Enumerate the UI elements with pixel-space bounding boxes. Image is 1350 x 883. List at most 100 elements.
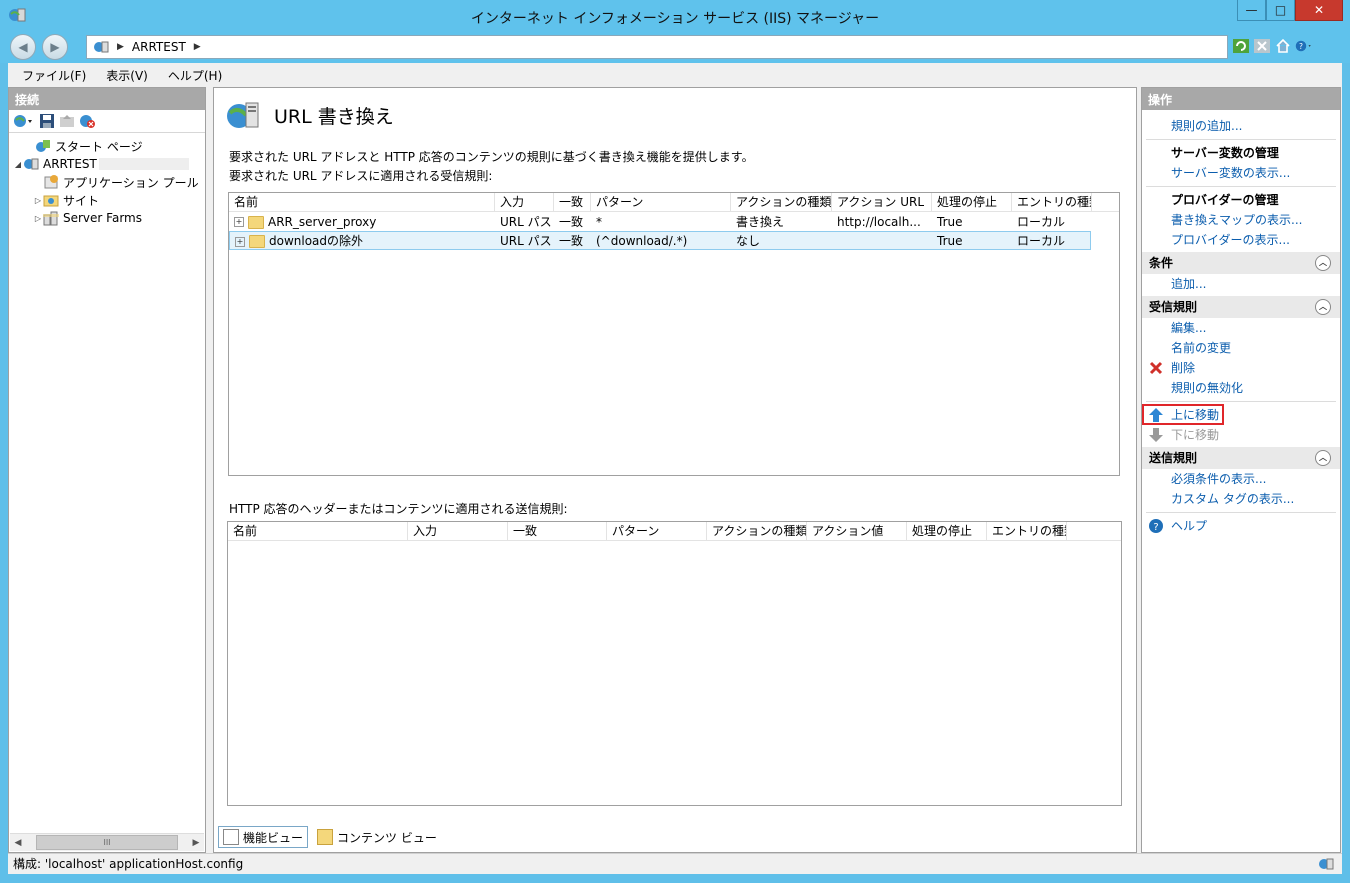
connect-icon[interactable] <box>13 113 35 129</box>
tree-item-label: スタート ページ <box>55 139 143 154</box>
column-header-entry-type[interactable]: エントリの種類 <box>987 522 1067 540</box>
column-header-entry-type[interactable]: エントリの種類 <box>1012 193 1092 211</box>
scroll-left-icon[interactable]: ◀ <box>10 838 26 848</box>
tab-content-view[interactable]: コンテンツ ビュー <box>312 826 442 848</box>
inbound-rules-label: 要求された URL アドレスに適用される受信規則: <box>229 169 493 183</box>
outbound-rules-grid[interactable]: 名前 入力 一致 パターン アクションの種類 アクション値 処理の停止 エントリ… <box>227 521 1122 806</box>
column-header-action-type[interactable]: アクションの種類 <box>707 522 807 540</box>
tree-expander[interactable]: ▷ <box>33 214 43 223</box>
rule-action-url: http://localh... <box>837 214 921 229</box>
view-custom-tags-link[interactable]: カスタム タグの表示... <box>1142 489 1340 509</box>
view-rewrite-maps-link[interactable]: 書き換えマップの表示... <box>1142 210 1340 230</box>
view-providers-link[interactable]: プロバイダーの表示... <box>1142 230 1340 250</box>
actions-pane: 操作 規則の追加... サーバー変数の管理 サーバー変数の表示... プロバイダ… <box>1141 87 1341 853</box>
column-header-name[interactable]: 名前 <box>228 522 408 540</box>
horizontal-scrollbar[interactable]: ◀ III ▶ <box>10 833 204 851</box>
menu-view[interactable]: 表示(V) <box>106 67 148 84</box>
menu-file[interactable]: ファイル(F) <box>22 67 86 84</box>
help-link[interactable]: ? ヘルプ <box>1142 516 1340 536</box>
rule-entry-type: ローカル <box>1017 234 1066 248</box>
add-rule-link[interactable]: 規則の追加... <box>1142 116 1340 136</box>
rename-rule-link[interactable]: 名前の変更 <box>1142 338 1340 358</box>
feature-view-icon <box>223 829 239 845</box>
collapse-icon[interactable]: ︿ <box>1315 299 1331 315</box>
tab-label: コンテンツ ビュー <box>337 830 437 845</box>
address-bar[interactable]: ▶ ARRTEST ▶ <box>86 35 1228 59</box>
column-header-stop-processing[interactable]: 処理の停止 <box>932 193 1012 211</box>
back-button[interactable]: ◀ <box>10 34 36 60</box>
breadcrumb-arrow-icon: ▶ <box>117 42 124 52</box>
forward-button[interactable]: ▶ <box>42 34 68 60</box>
column-header-input[interactable]: 入力 <box>408 522 508 540</box>
add-condition-link[interactable]: 追加... <box>1142 274 1340 294</box>
tree-item-label: Server Farms <box>63 211 142 225</box>
column-header-action-type[interactable]: アクションの種類 <box>731 193 832 211</box>
table-row-selected[interactable]: + downloadの除外 URL パス 一致 (^download/.*) なし… <box>229 231 1091 250</box>
column-header-action-url[interactable]: アクション URL <box>832 193 932 211</box>
providers-heading: プロバイダーの管理 <box>1171 193 1279 207</box>
tree-item-server[interactable]: ◢ ARRTEST <box>9 155 205 173</box>
delete-rule-link[interactable]: 削除 <box>1142 358 1340 378</box>
column-header-match[interactable]: 一致 <box>554 193 591 211</box>
app-pool-icon <box>44 175 58 189</box>
folder-icon <box>248 215 264 229</box>
address-row: ◀ ▶ ▶ ARRTEST ▶ ? <box>0 31 1350 63</box>
tree-expander[interactable]: ◢ <box>13 160 23 169</box>
tree-item-server-farms[interactable]: ▷ Server Farms <box>9 209 205 227</box>
tree-item-start-page[interactable]: スタート ページ <box>9 137 205 155</box>
collapse-icon[interactable]: ︿ <box>1315 450 1331 466</box>
tree-item-label: アプリケーション プール <box>63 175 199 190</box>
rule-stop-processing: True <box>937 233 963 248</box>
home-icon[interactable] <box>1274 37 1292 55</box>
disable-rule-link[interactable]: 規則の無効化 <box>1142 378 1340 398</box>
menu-help[interactable]: ヘルプ(H) <box>168 67 222 84</box>
save-icon[interactable] <box>39 113 55 129</box>
refresh-icon[interactable] <box>1232 37 1250 55</box>
move-up-link[interactable]: 上に移動 <box>1142 404 1340 425</box>
view-server-variables-link[interactable]: サーバー変数の表示... <box>1142 163 1340 183</box>
scroll-right-icon[interactable]: ▶ <box>188 838 204 848</box>
expand-icon[interactable]: + <box>234 217 244 227</box>
rule-input: URL パス <box>500 234 552 248</box>
collapse-icon[interactable]: ︿ <box>1315 255 1331 271</box>
edit-rule-link[interactable]: 編集... <box>1142 318 1340 338</box>
column-header-match[interactable]: 一致 <box>508 522 607 540</box>
close-button[interactable]: ✕ <box>1295 0 1343 21</box>
tree-item-sites[interactable]: ▷ サイト <box>9 191 205 209</box>
section-title: 送信規則 <box>1149 451 1198 465</box>
breadcrumb-arrow-icon[interactable]: ▶ <box>194 42 201 52</box>
tree-item-label: ARRTEST <box>43 157 97 171</box>
column-header-stop-processing[interactable]: 処理の停止 <box>907 522 987 540</box>
tree-expander[interactable]: ▷ <box>33 196 43 205</box>
expand-icon[interactable]: + <box>235 236 245 247</box>
rule-name: downloadの除外 <box>269 234 364 248</box>
column-header-pattern[interactable]: パターン <box>591 193 731 211</box>
column-header-name[interactable]: 名前 <box>229 193 495 211</box>
maximize-button[interactable]: □ <box>1266 0 1295 21</box>
view-preconditions-link[interactable]: 必須条件の表示... <box>1142 469 1340 489</box>
table-row[interactable]: + ARR_server_proxy URL パス 一致 * 書き換え http:… <box>229 212 1119 231</box>
rule-match: 一致 <box>559 215 584 229</box>
inbound-rules-grid[interactable]: 名前 入力 一致 パターン アクションの種類 アクション URL 処理の停止 エ… <box>228 192 1120 476</box>
breadcrumb-server[interactable]: ARRTEST <box>132 40 186 54</box>
minimize-button[interactable]: — <box>1237 0 1266 21</box>
server-farms-icon <box>43 211 59 226</box>
arrow-up-icon <box>1149 408 1163 422</box>
rule-name: ARR_server_proxy <box>268 214 377 229</box>
help-dropdown-icon[interactable]: ? <box>1295 37 1313 55</box>
tree-item-app-pools[interactable]: アプリケーション プール <box>9 173 205 191</box>
sites-icon <box>43 195 59 207</box>
tab-feature-view[interactable]: 機能ビュー <box>218 826 309 848</box>
divider <box>1146 139 1336 140</box>
tree-item-label: サイト <box>63 193 100 208</box>
column-header-pattern[interactable]: パターン <box>607 522 707 540</box>
disconnect-icon[interactable] <box>79 113 97 129</box>
column-header-action-value[interactable]: アクション値 <box>807 522 907 540</box>
page-description: 要求された URL アドレスと HTTP 応答のコンテンツの規則に基づく書き換え… <box>229 150 754 164</box>
rule-entry-type: ローカル <box>1017 215 1066 229</box>
scroll-thumb[interactable]: III <box>36 835 178 850</box>
action-label: 削除 <box>1171 361 1196 375</box>
folder-icon <box>249 235 265 248</box>
column-header-input[interactable]: 入力 <box>495 193 554 211</box>
arrow-left-icon: ◀ <box>18 40 28 54</box>
